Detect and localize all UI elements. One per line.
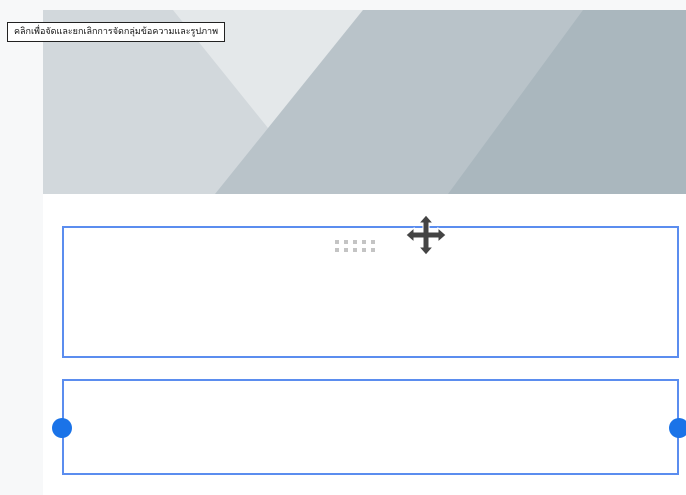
left-rail [0, 0, 43, 495]
left-resize-handle[interactable] [52, 418, 72, 438]
group-tooltip: คลิกเพื่อจัดและยกเลิกการจัดกลุ่มข้อความแ… [7, 22, 226, 42]
drag-grip-icon[interactable] [333, 237, 381, 255]
move-cursor-icon [405, 214, 447, 256]
top-strip [0, 0, 686, 10]
right-resize-handle[interactable] [669, 418, 686, 438]
selected-image-group[interactable] [62, 379, 679, 475]
editor-canvas: คลิกเพื่อจัดและยกเลิกการจัดกลุ่มข้อความแ… [0, 0, 686, 495]
